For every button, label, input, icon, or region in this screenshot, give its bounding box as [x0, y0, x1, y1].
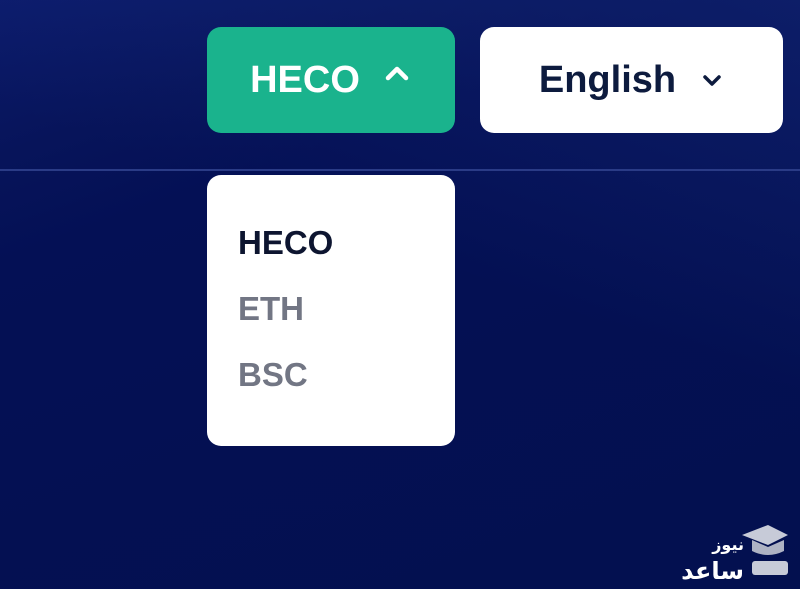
- network-selector-label: HECO: [250, 58, 360, 101]
- language-selector-button[interactable]: English: [480, 27, 783, 133]
- chevron-down-icon: [703, 75, 721, 86]
- network-dropdown-menu: HECO ETH BSC: [207, 175, 455, 446]
- header-divider: [0, 169, 800, 171]
- watermark-line2: ساعد: [681, 558, 744, 585]
- network-option-bsc[interactable]: BSC: [238, 353, 455, 419]
- chevron-up-icon: [385, 66, 409, 81]
- language-selector-label: English: [538, 58, 677, 101]
- network-option-heco[interactable]: HECO: [238, 221, 455, 287]
- watermark-logo: نیوز ساعد: [681, 533, 744, 585]
- watermark-line1: نیوز: [712, 537, 744, 554]
- network-option-eth[interactable]: ETH: [238, 287, 455, 353]
- network-selector-button[interactable]: HECO: [207, 27, 455, 133]
